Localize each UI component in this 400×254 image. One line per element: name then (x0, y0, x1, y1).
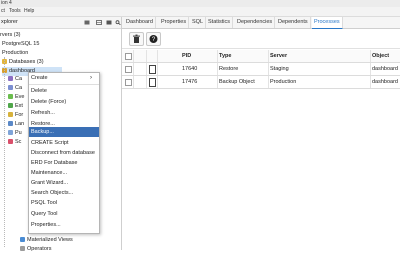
tree-servers[interactable]: rvers (3) (0, 31, 20, 40)
tree-postgresql-15[interactable]: PostgreSQL 15 (2, 40, 39, 49)
menu-item-psql-tool[interactable]: PSQL Tool (29, 198, 99, 208)
tree-schemas[interactable]: Sc (8, 138, 21, 147)
help-icon: ? (149, 35, 158, 43)
row-server: Staging (268, 63, 371, 75)
schema-icon (8, 139, 13, 145)
menu-separator (29, 84, 99, 85)
catalog-icon (8, 85, 13, 91)
select-all-checkbox[interactable] (125, 53, 132, 60)
tree-extensions[interactable]: Ext (8, 102, 23, 111)
tab-processes[interactable]: Processes (312, 17, 343, 29)
column-header-server[interactable]: Server (268, 50, 371, 62)
table-row[interactable]: 17476 Backup Object Production dashboard (122, 76, 400, 89)
menu-item-disconnect[interactable]: Disconnect from database (29, 148, 99, 158)
tree-publications[interactable]: Pu (8, 129, 22, 138)
view-icon[interactable] (106, 20, 112, 25)
table-header: PID Type Server Object (122, 50, 400, 63)
chevron-right-icon: › (90, 75, 92, 81)
extension-icon (8, 103, 13, 109)
menu-item-grant-wizard[interactable]: Grant Wizard... (29, 178, 99, 188)
column-header-type[interactable]: Type (217, 50, 269, 62)
tree-foreign-data-wrappers[interactable]: For (8, 111, 23, 120)
header-blank (133, 50, 147, 62)
row-cancel-cell (133, 63, 147, 75)
context-menu: Create › Delete Delete (Force) Refresh..… (28, 72, 100, 234)
menu-item-create-script[interactable]: CREATE Script (29, 138, 99, 148)
menu-item-create[interactable]: Create (29, 73, 99, 83)
publication-icon (8, 130, 13, 136)
tab-sql[interactable]: SQL (190, 17, 207, 28)
processes-toolbar: ? (122, 29, 400, 49)
explorer-title: xplorer (1, 19, 18, 25)
menu-item-properties[interactable]: Properties... (29, 220, 99, 230)
tree-languages[interactable]: Lan (8, 120, 24, 129)
row-object: dashboard (372, 79, 398, 85)
row-pid: 17476 (157, 76, 218, 88)
row-pid: 17640 (157, 63, 218, 75)
menu-item-backup[interactable]: Backup... (29, 127, 99, 137)
tab-dependencies[interactable]: Dependencies (235, 17, 276, 28)
explorer-header: xplorer (0, 17, 121, 29)
tab-properties[interactable]: Properties (159, 17, 190, 28)
row-type: Restore (217, 63, 269, 75)
tab-dependents[interactable]: Dependents (276, 17, 311, 28)
tree-event-triggers[interactable]: Eve (8, 93, 24, 102)
menu-item-query-tool[interactable]: Query Tool (29, 209, 99, 219)
menu-item-delete[interactable]: Delete (29, 86, 99, 96)
menu-item-refresh[interactable]: Refresh... (29, 108, 99, 118)
language-icon (8, 121, 13, 127)
menu-object[interactable]: ct (1, 7, 5, 16)
trash-icon (133, 34, 140, 43)
panel-tabs: Dashboard Properties SQL Statistics Depe… (122, 17, 400, 29)
tree-materialized-views[interactable]: Materialized Views (20, 236, 73, 245)
tree-catalogs[interactable]: Ca (8, 84, 22, 93)
tab-statistics[interactable]: Statistics (206, 17, 234, 28)
column-header-object[interactable]: Object (370, 50, 400, 62)
row-object: dashboard (372, 66, 398, 72)
row-checkbox[interactable] (125, 79, 132, 86)
row-checkbox[interactable] (125, 66, 132, 73)
view-log-icon[interactable] (149, 65, 156, 74)
tree-databases[interactable]: Databases (3) (2, 58, 44, 67)
menu-item-search-objects[interactable]: Search Objects... (29, 188, 99, 198)
row-type: Backup Object (217, 76, 269, 88)
tree-guide-line (4, 57, 5, 247)
delete-button[interactable] (129, 32, 144, 46)
table-row[interactable]: 17640 Restore Staging dashboard (122, 63, 400, 76)
view-log-icon[interactable] (149, 78, 156, 87)
tree-casts[interactable]: Ca (8, 75, 22, 84)
help-button[interactable]: ? (146, 32, 161, 46)
row-cancel-cell (133, 76, 147, 88)
tab-dashboard[interactable]: Dashboard (124, 17, 156, 28)
menu-item-maintenance[interactable]: Maintenance... (29, 168, 99, 178)
menu-tools[interactable]: Tools (9, 7, 21, 16)
menu-help[interactable]: Help (24, 7, 34, 16)
database-icon[interactable] (84, 20, 90, 25)
row-server: Production (268, 76, 371, 88)
column-header-pid[interactable]: PID (157, 50, 218, 62)
title-bar: ion 4 (0, 0, 400, 7)
tree-production[interactable]: Production (2, 49, 28, 58)
materialized-view-icon (20, 237, 25, 243)
search-icon[interactable] (115, 20, 121, 25)
window-title: ion 4 (1, 0, 12, 6)
menu-item-delete-force[interactable]: Delete (Force) (29, 97, 99, 107)
operator-icon (20, 246, 25, 252)
menu-item-erd[interactable]: ERD For Database (29, 158, 99, 168)
fdw-icon (8, 112, 13, 118)
cast-icon (8, 76, 13, 82)
menu-bar: ct Tools Help (0, 7, 400, 17)
event-trigger-icon (8, 94, 13, 100)
grid-icon[interactable] (96, 20, 102, 25)
